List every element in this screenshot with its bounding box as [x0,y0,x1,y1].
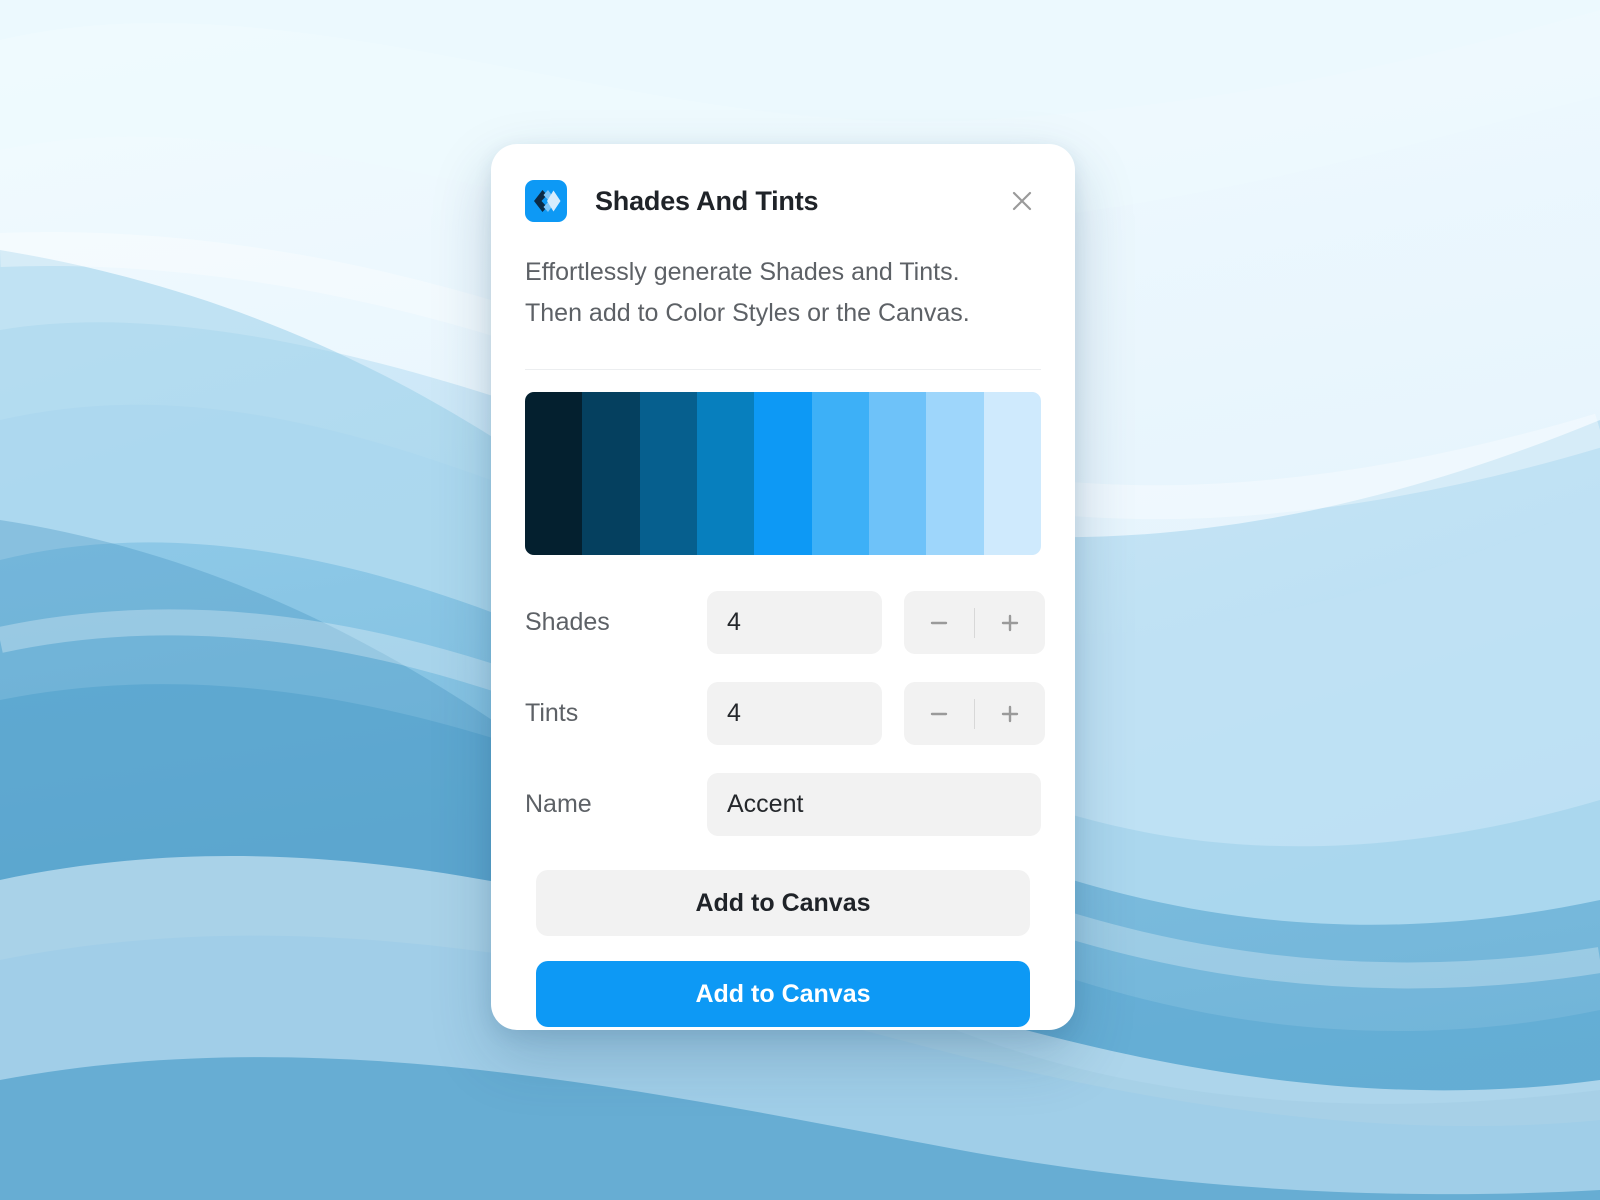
dialog-titlebar: Shades And Tints [525,144,1041,250]
dialog-description: Effortlessly generate Shades and Tints. … [525,258,970,327]
palette-swatch[interactable] [639,392,697,555]
palette-swatch[interactable] [811,392,869,555]
palette-swatch[interactable] [868,392,927,555]
tints-label: Tints [525,699,579,727]
shades-row: Shades 4 [525,591,1045,654]
palette-swatch[interactable] [582,392,640,555]
color-palette-preview[interactable] [525,392,1041,555]
shades-and-tints-dialog: Shades And Tints Effortlessly generate S… [491,144,1075,1030]
name-row: Name Accent [525,773,1041,836]
shades-input[interactable]: 4 [707,591,882,654]
palette-swatch[interactable] [525,392,583,555]
screen: Shades And Tints Effortlessly generate S… [0,0,1600,1200]
add-to-canvas-button[interactable]: Add to Canvas [536,961,1030,1027]
tints-input[interactable]: 4 [707,682,882,745]
tints-row: Tints 4 [525,682,1045,745]
tints-decrement-button[interactable] [904,682,974,745]
palette-swatch[interactable] [754,392,812,555]
shades-stepper[interactable] [904,591,1045,654]
tints-stepper[interactable] [904,682,1045,745]
name-label: Name [525,790,592,818]
shades-label: Shades [525,608,610,636]
tints-increment-button[interactable] [975,682,1045,745]
shades-increment-button[interactable] [975,591,1045,654]
name-input[interactable]: Accent [707,773,1041,836]
palette-swatch[interactable] [696,392,755,555]
add-to-color-styles-button[interactable]: Add to Canvas [536,870,1030,936]
shades-decrement-button[interactable] [904,591,974,654]
palette-swatch[interactable] [983,392,1041,555]
section-divider [525,369,1041,370]
palette-swatch[interactable] [926,392,984,555]
shades-and-tints-logo-icon [525,180,567,222]
close-icon[interactable] [1003,182,1041,220]
dialog-title: Shades And Tints [595,185,819,216]
